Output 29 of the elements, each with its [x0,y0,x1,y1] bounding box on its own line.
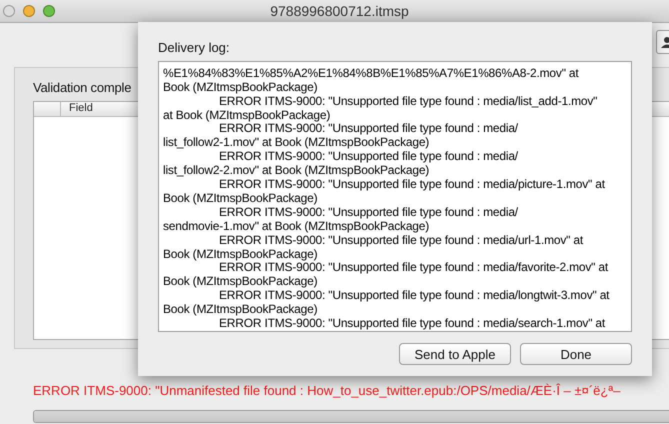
minimize-button[interactable] [23,5,35,17]
close-button[interactable] [3,5,15,17]
log-line: ERROR ITMS-9000: "Unsupported file type found : media/search-1.mov" at [219,317,606,331]
error-message: ERROR ITMS-9000: "Unmanifested file found : How_to_use_twitter.epub:/OPS/media/ÆÈ·Î – ±¤´ë¿ª– [32,383,620,398]
log-line: list_follow2-2.mov" at Book (MZItmspBookPackage) [163,164,430,178]
delivery-log-label: Delivery log: [158,40,230,55]
log-line: ERROR ITMS-9000: "Unsupported file type found : media/ [219,122,518,136]
log-line: Book (MZItmspBookPackage) [163,192,318,206]
log-line: ERROR ITMS-9000: "Unsupported file type found : media/url-1.mov" at [219,234,583,248]
log-line: ERROR ITMS-9000: "Unsupported file type found : media/favorite-2.mov" at [219,261,608,276]
send-button[interactable]: Send to Apple [399,343,511,365]
column-header[interactable]: Field [60,102,93,116]
log-line: Book (MZItmspBookPackage) [163,303,318,318]
log-line: ERROR ITMS-9000: "Unsupported file type found : media/picture-1.mov" at [219,178,605,192]
done-button[interactable]: Done [520,343,632,365]
zoom-button[interactable] [43,5,55,17]
log-line: sendmovie-1.mov" at Book (MZItmspBookPackage) [163,220,430,234]
window-title: 9788996800712.itmsp [269,3,409,19]
log-line: Book (MZItmspBookPackage) [163,248,318,262]
log-line: %E1%84%83%E1%85%A2%E1%84%8B%E1%85%A7%E1%86%A8-2.mov" at [163,66,579,81]
log-line: at Book (MZItmspBookPackage) [163,108,330,122]
log-line: ERROR ITMS-9000: "Unsupported file type found : media/ [219,206,518,220]
log-line: Book (MZItmspBookPackage) [163,275,318,290]
log-line: ERROR ITMS-9000: "Unsupported file type found : media/list_add-1.mov" [219,94,598,108]
log-line: list_follow2-1.mov" at Book (MZItmspBookPackage) [163,136,430,150]
log-line: ERROR ITMS-9000: "Unsupported file type found : media/ [219,150,518,164]
log-line: ERROR ITMS-9000: "Unsupported file type found : media/longtwit-3.mov" at [219,289,610,304]
log-line: Book (MZItmspBookPackage) [163,80,318,95]
validation-heading: Validation comple [33,80,132,95]
